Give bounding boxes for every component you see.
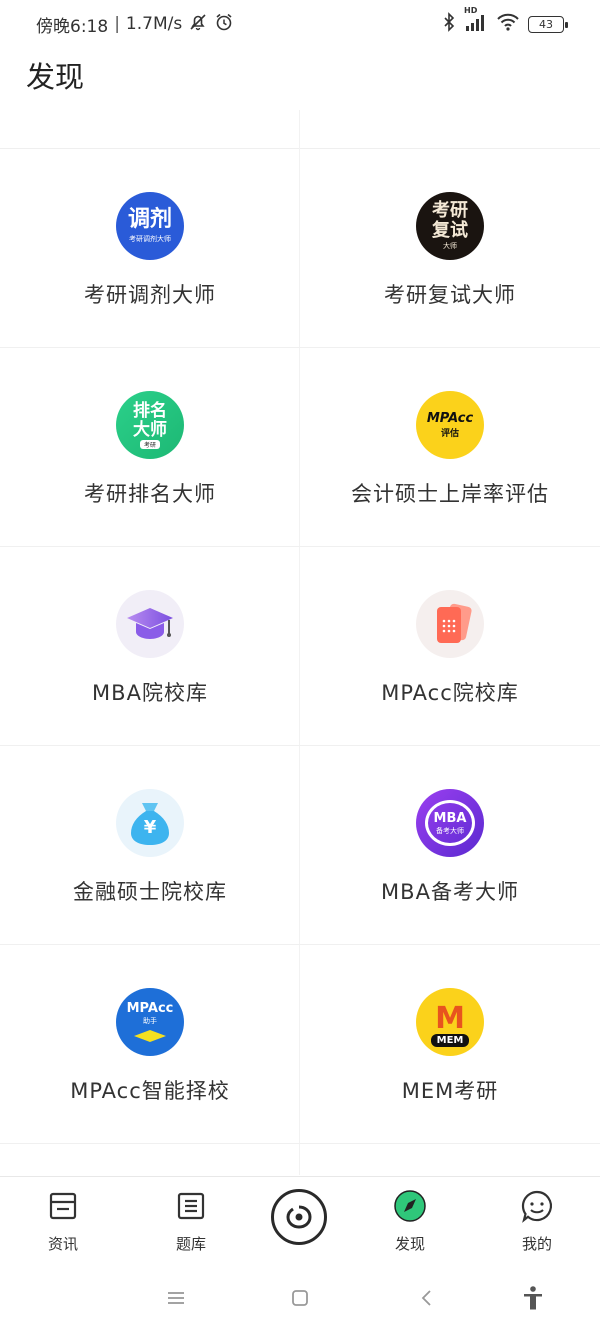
money-bag-icon: ¥ — [116, 789, 184, 857]
back-icon[interactable] — [412, 1284, 440, 1312]
news-icon — [46, 1189, 80, 1223]
cards-icon — [416, 590, 484, 658]
icon-text: 考研 — [432, 200, 468, 221]
app-label: 考研调剂大师 — [84, 283, 216, 307]
battery-icon: 43 — [528, 15, 568, 33]
status-bar: 傍晚6:18 | 1.7M/s HD 43 — [0, 0, 600, 48]
menu-icon[interactable] — [162, 1284, 190, 1312]
icon-subtext: 大师 — [443, 242, 457, 250]
icon-text: ¥ — [143, 817, 157, 838]
mute-icon — [188, 12, 208, 37]
home-icon[interactable] — [286, 1284, 314, 1312]
graduation-cap-icon — [116, 590, 184, 658]
network-type-label: HD — [464, 5, 478, 15]
app-label: MBA备考大师 — [381, 880, 519, 904]
nav-label: 发现 — [394, 1235, 425, 1253]
app-grid: 调剂 考研调剂大师 考研调剂大师 考研 复试 大师 考研复试大师 排名 大师 考… — [0, 110, 600, 1175]
app-label: 考研复试大师 — [384, 283, 516, 307]
nav-item-question-bank[interactable]: 题库 — [151, 1177, 231, 1262]
app-tile-retest-master[interactable]: 考研 复试 大师 考研复试大师 — [300, 149, 600, 348]
profile-icon — [520, 1189, 554, 1223]
nav-item-news[interactable]: 资讯 — [23, 1177, 103, 1262]
icon-text: MPAcc — [126, 1000, 174, 1016]
nav-label: 资讯 — [47, 1235, 78, 1253]
icon-subtext: MEM — [430, 1033, 470, 1047]
app-tile-mba-schools[interactable]: MBA院校库 — [0, 547, 300, 746]
nav-item-profile[interactable]: 我的 — [497, 1177, 577, 1262]
icon-text: MPAcc — [426, 411, 474, 426]
app-tile-ranking-master[interactable]: 排名 大师 考研 考研排名大师 — [0, 348, 300, 547]
icon-text: MBA — [433, 810, 467, 826]
nav-label: 我的 — [521, 1235, 552, 1253]
status-speed: 1.7M/s — [125, 14, 183, 34]
accessibility-icon[interactable] — [519, 1284, 547, 1312]
app-tile-mba-prep-master[interactable]: MBA 备考大师 MBA备考大师 — [300, 746, 600, 945]
nav-item-discover[interactable]: 发现 — [370, 1177, 450, 1262]
app-tile-finance-schools[interactable]: ¥ 金融硕士院校库 — [0, 746, 300, 945]
app-label: MBA院校库 — [92, 681, 208, 705]
icon-text-2: 大师 — [133, 419, 167, 440]
icon-subtext: 评估 — [440, 429, 459, 439]
mem-icon: M MEM — [416, 988, 484, 1056]
app-label: 金融硕士院校库 — [73, 880, 227, 904]
icon-subtext: 考研 — [139, 439, 160, 449]
status-right: HD 43 — [442, 6, 568, 37]
wifi-icon — [496, 12, 520, 37]
icon-text: M — [435, 1000, 465, 1036]
center-camera-icon — [286, 1205, 312, 1229]
bluetooth-icon — [442, 11, 456, 37]
mpacc-evaluation-icon: MPAcc 评估 — [416, 391, 484, 459]
icon-text: 排名 — [133, 400, 167, 421]
center-action-button[interactable] — [271, 1189, 327, 1245]
icon-text: 调剂 — [127, 207, 172, 232]
app-tile-mpacc-schools[interactable]: MPAcc院校库 — [300, 547, 600, 746]
status-separator: | — [114, 14, 120, 34]
app-label: 会计硕士上岸率评估 — [351, 482, 549, 506]
mba-prep-icon: MBA 备考大师 — [416, 789, 484, 857]
app-label: MPAcc院校库 — [381, 681, 519, 705]
app-tile-mpacc-evaluation[interactable]: MPAcc 评估 会计硕士上岸率评估 — [300, 348, 600, 547]
nav-label: 题库 — [175, 1235, 206, 1253]
status-left: 傍晚6:18 | 1.7M/s — [36, 12, 234, 37]
retest-master-icon: 考研 复试 大师 — [416, 192, 484, 260]
adjustment-master-icon: 调剂 考研调剂大师 — [116, 192, 184, 260]
bottom-navigation: 资讯 题库 发现 我的 — [0, 1176, 600, 1261]
app-label: MEM考研 — [401, 1079, 499, 1103]
status-time: 傍晚6:18 — [36, 16, 109, 37]
discover-icon — [393, 1189, 427, 1223]
page-title: 发现 — [26, 60, 85, 94]
question-bank-icon — [174, 1189, 208, 1223]
mba-speech-bubble: MBA 备考大师 — [425, 800, 475, 846]
icon-subtext: 考研调剂大师 — [129, 235, 171, 243]
icon-subtext: 备考大师 — [436, 826, 464, 835]
system-navigation-bar — [0, 1262, 600, 1333]
app-label: 考研排名大师 — [84, 482, 216, 506]
alarm-icon — [214, 12, 234, 37]
app-label: MPAcc智能择校 — [70, 1079, 230, 1103]
cell-signal-icon: HD — [464, 6, 488, 37]
mpacc-assistant-icon: MPAcc 助手 — [116, 988, 184, 1056]
ranking-master-icon: 排名 大师 考研 — [116, 391, 184, 459]
icon-text-2: 复试 — [432, 220, 468, 241]
app-tile-adjustment-master[interactable]: 调剂 考研调剂大师 考研调剂大师 — [0, 149, 300, 348]
app-tile-mpacc-smart-select[interactable]: MPAcc 助手 MPAcc智能择校 — [0, 945, 300, 1144]
app-tile-mem-exam[interactable]: M MEM MEM考研 — [300, 945, 600, 1144]
icon-subtext: 助手 — [143, 1016, 157, 1025]
